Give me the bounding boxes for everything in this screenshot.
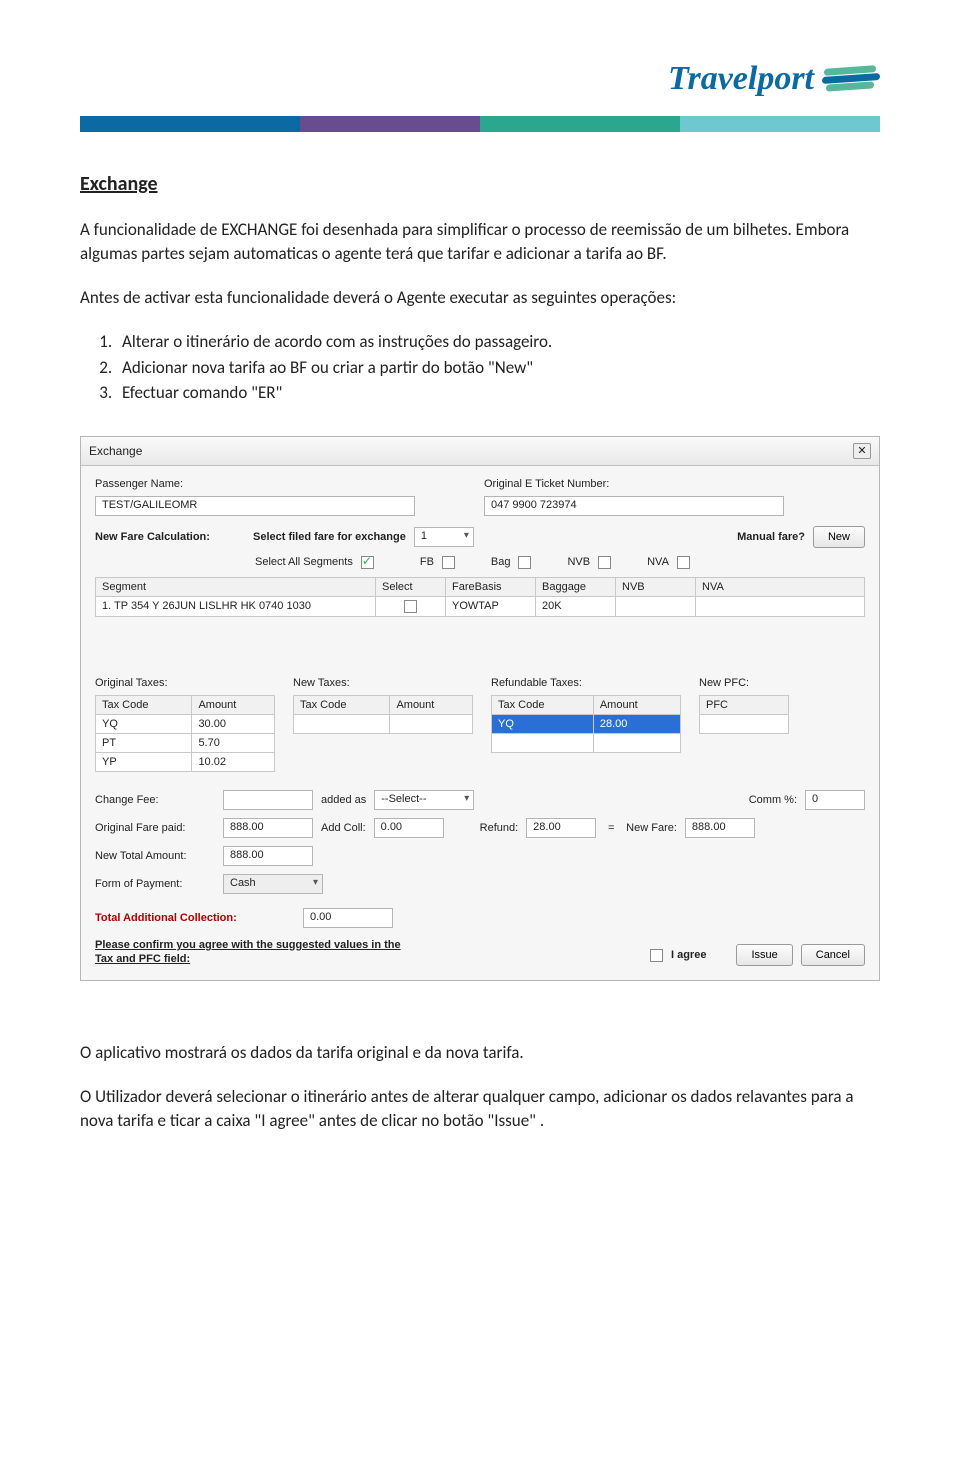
segment-farebasis: YOWTAP (446, 596, 536, 616)
cancel-button[interactable]: Cancel (801, 944, 865, 966)
agree-label: I agree (671, 949, 706, 961)
new-taxes-table: Tax CodeAmount (293, 695, 473, 734)
comm-label: Comm %: (749, 794, 797, 806)
new-taxes-label: New Taxes: (293, 677, 473, 689)
tax-code-header: Tax Code (96, 695, 192, 714)
filed-fare-select[interactable]: 1 (414, 527, 474, 547)
segment-select-checkbox[interactable] (404, 600, 417, 613)
issue-button[interactable]: Issue (736, 944, 792, 966)
fop-select[interactable]: Cash (223, 874, 323, 894)
segment-header-select: Select (376, 577, 446, 596)
new-fare-input[interactable]: 888.00 (685, 818, 755, 838)
step-3: Efectuar comando "ER" (116, 380, 880, 406)
refundable-taxes-table: Tax CodeAmount YQ28.00 (491, 695, 681, 753)
passenger-name-input[interactable]: TEST/GALILEOMR (95, 496, 415, 516)
new-button[interactable]: New (813, 526, 865, 548)
segment-text: 1. TP 354 Y 26JUN LISLHR HK 0740 1030 (96, 596, 376, 616)
bag-checkbox[interactable] (518, 556, 531, 569)
added-as-select[interactable]: --Select-- (374, 790, 474, 810)
logo-text: Travelport (668, 60, 814, 98)
table-row[interactable]: PT5.70 (96, 733, 275, 752)
add-coll-input[interactable]: 0.00 (374, 818, 444, 838)
fop-label: Form of Payment: (95, 878, 215, 890)
tax-code-header: Tax Code (294, 695, 390, 714)
total-additional-collection-label: Total Additional Collection: (95, 912, 295, 924)
outro-paragraph-2: O Utilizador deverá selecionar o itinerá… (80, 1085, 880, 1133)
original-fare-paid-label: Original Fare paid: (95, 822, 215, 834)
tax-code-header: Tax Code (492, 695, 594, 714)
segment-header-nva: NVA (696, 577, 865, 596)
ticket-number-input[interactable]: 047 9900 723974 (484, 496, 784, 516)
dialog-titlebar: Exchange ✕ (81, 437, 879, 466)
pfc-header: PFC (700, 695, 789, 714)
table-row[interactable]: 1. TP 354 Y 26JUN LISLHR HK 0740 1030 YO… (96, 596, 865, 616)
refundable-taxes-label: Refundable Taxes: (491, 677, 681, 689)
tax-amount-header: Amount (390, 695, 473, 714)
tax-amount-header: Amount (593, 695, 680, 714)
intro-paragraph-1: A funcionalidade de EXCHANGE foi desenha… (80, 218, 880, 266)
step-2: Adicionar nova tarifa ao BF ou criar a p… (116, 355, 880, 381)
table-row[interactable] (294, 714, 473, 733)
fb-label: FB (420, 556, 434, 568)
passenger-name-label: Passenger Name: (95, 478, 476, 490)
manual-fare-label: Manual fare? (737, 531, 805, 543)
segment-nvb (616, 596, 696, 616)
original-taxes-label: Original Taxes: (95, 677, 275, 689)
step-1: Alterar o itinerário de acordo com as in… (116, 329, 880, 355)
refund-label: Refund: (480, 822, 519, 834)
equals-label: = (604, 822, 618, 834)
nvb-label: NVB (567, 556, 590, 568)
segment-table: Segment Select FareBasis Baggage NVB NVA… (95, 577, 865, 617)
table-row[interactable] (700, 714, 789, 733)
new-total-input[interactable]: 888.00 (223, 846, 313, 866)
table-row[interactable]: YP10.02 (96, 752, 275, 771)
new-total-label: New Total Amount: (95, 850, 215, 862)
change-fee-label: Change Fee: (95, 794, 215, 806)
page-title: Exchange (80, 172, 880, 196)
segment-header-segment: Segment (96, 577, 376, 596)
intro-paragraph-2: Antes de activar esta funcionalidade dev… (80, 286, 880, 310)
refund-input[interactable]: 28.00 (526, 818, 596, 838)
exchange-dialog: Exchange ✕ Passenger Name: TEST/GALILEOM… (80, 436, 880, 982)
total-additional-collection-value: 0.00 (303, 908, 393, 928)
bag-label: Bag (491, 556, 511, 568)
table-row[interactable]: YQ30.00 (96, 714, 275, 733)
nva-label: NVA (647, 556, 669, 568)
segment-header-farebasis: FareBasis (446, 577, 536, 596)
ticket-number-label: Original E Ticket Number: (484, 478, 865, 490)
new-pfc-label: New PFC: (699, 677, 789, 689)
comm-input[interactable]: 0 (805, 790, 865, 810)
new-pfc-table: PFC (699, 695, 789, 734)
segment-baggage: 20K (536, 596, 616, 616)
select-all-segments-label: Select All Segments (255, 556, 353, 568)
table-row[interactable]: YQ28.00 (492, 714, 681, 733)
logo: Travelport (80, 60, 880, 98)
select-all-segments-checkbox[interactable] (361, 556, 374, 569)
tax-amount-header: Amount (192, 695, 275, 714)
segment-header-baggage: Baggage (536, 577, 616, 596)
agree-checkbox[interactable] (650, 949, 663, 962)
outro-paragraph-1: O aplicativo mostrará os dados da tarifa… (80, 1041, 880, 1065)
nvb-checkbox[interactable] (598, 556, 611, 569)
segment-header-nvb: NVB (616, 577, 696, 596)
change-fee-input[interactable] (223, 790, 313, 810)
select-filed-fare-label: Select filed fare for exchange (253, 531, 406, 543)
nva-checkbox[interactable] (677, 556, 690, 569)
added-as-label: added as (321, 794, 366, 806)
new-fare-label: New Fare: (626, 822, 677, 834)
confirm-text: Please confirm you agree with the sugges… (95, 938, 415, 967)
segment-nva (696, 596, 865, 616)
original-taxes-table: Tax CodeAmount YQ30.00 PT5.70 YP10.02 (95, 695, 275, 772)
brand-color-bar (80, 116, 880, 132)
logo-icon (822, 63, 880, 95)
new-fare-calc-label: New Fare Calculation: (95, 531, 245, 543)
add-coll-label: Add Coll: (321, 822, 366, 834)
close-icon[interactable]: ✕ (853, 443, 871, 459)
original-fare-paid-input[interactable]: 888.00 (223, 818, 313, 838)
segment-header-row: Segment Select FareBasis Baggage NVB NVA (96, 577, 865, 596)
dialog-title: Exchange (89, 444, 142, 458)
steps-list: Alterar o itinerário de acordo com as in… (116, 329, 880, 406)
fb-checkbox[interactable] (442, 556, 455, 569)
table-row[interactable] (492, 733, 681, 752)
